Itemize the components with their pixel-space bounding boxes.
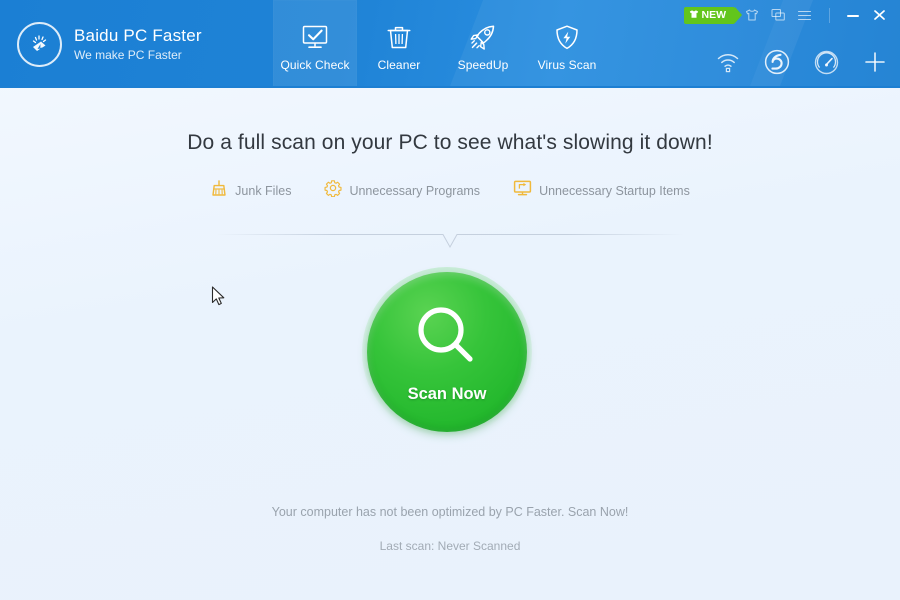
divider-line-left [216,234,429,235]
gear-icon [324,179,343,202]
rocket-icon [466,17,500,53]
plus-icon[interactable] [860,47,890,77]
tab-label: SpeedUp [457,57,509,72]
feature-unnecessary-programs[interactable]: Unnecessary Programs [324,179,480,202]
feature-junk-files[interactable]: Junk Files [210,179,291,202]
tab-label: Cleaner [377,57,421,72]
divider-line-right [471,234,684,235]
tab-label: Quick Check [280,57,350,72]
window-controls: NEW [683,2,893,28]
baidu-paw-icon[interactable] [762,47,792,77]
header-underline [0,86,900,88]
scan-button-label: Scan Now [407,385,487,403]
optimization-status-text: Your computer has not been optimized by … [271,505,629,519]
magnifier-icon [409,300,485,381]
baidu-pc-faster-window: Baidu PC Faster We make PC Faster Quick … [0,0,900,600]
main-nav: Quick Check Cleaner SpeedUp Virus Scan [273,0,609,88]
tshirt-icon [689,9,699,22]
header-tool-icons [713,47,890,77]
wifi-icon[interactable] [713,47,743,77]
title-bar: Baidu PC Faster We make PC Faster Quick … [0,0,900,88]
tab-virus-scan[interactable]: Virus Scan [525,0,609,88]
close-button[interactable] [866,3,892,27]
new-skin-badge[interactable]: NEW [683,6,742,24]
app-logo: Baidu PC Faster We make PC Faster [17,22,202,67]
page-headline: Do a full scan on your PC to see what's … [187,131,713,154]
scan-now-button[interactable]: Scan Now [362,267,532,437]
chevron-down-icon [429,234,471,251]
minimize-button[interactable] [840,3,866,27]
tab-speedup[interactable]: SpeedUp [441,0,525,88]
mouse-cursor [211,286,227,313]
last-scan-text: Last scan: Never Scanned [379,539,521,553]
section-divider [216,234,684,252]
feedback-chat-icon[interactable] [765,3,791,27]
feature-label: Unnecessary Startup Items [539,183,690,198]
broom-lightning-icon [17,22,62,67]
broom-icon [210,179,228,202]
feature-list: Junk Files Unnecessary Programs Unnecess… [0,179,900,202]
tshirt-icon[interactable] [739,3,765,27]
monitor-check-icon [298,17,332,53]
tab-quick-check[interactable]: Quick Check [273,0,357,88]
app-tagline: We make PC Faster [74,47,182,62]
tab-label: Virus Scan [537,57,597,72]
app-title: Baidu PC Faster [74,26,202,46]
hamburger-menu-icon[interactable] [791,3,817,27]
scan-button-face: Scan Now [367,272,527,432]
divider [829,7,830,23]
new-badge-label: NEW [701,9,727,21]
speedometer-icon[interactable] [811,47,841,77]
feature-unnecessary-startup-items[interactable]: Unnecessary Startup Items [513,179,690,202]
feature-label: Unnecessary Programs [349,183,481,198]
monitor-icon [513,179,532,202]
trash-can-icon [382,17,416,53]
tab-cleaner[interactable]: Cleaner [357,0,441,88]
feature-label: Junk Files [235,183,292,198]
shield-bolt-icon [550,17,584,53]
